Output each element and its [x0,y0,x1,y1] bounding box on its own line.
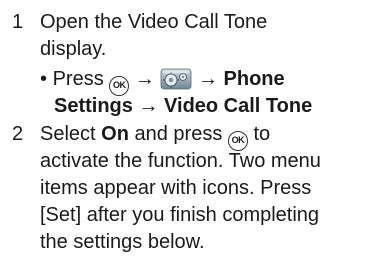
menu-item-video-call-tone: Video Call Tone [164,95,313,117]
sub-step-line: Settings → Video Call Tone [54,93,312,120]
menu-item-phone: Phone [223,68,285,90]
step-line: activate the function. Two menu [40,150,321,172]
press-text: Press [52,68,104,90]
step-text: Open the Video Call Tone display. [40,9,375,63]
step-number: 1 [12,11,24,33]
settings-icon [160,68,192,90]
step-line: the settings below. [40,231,205,253]
sub-step-line: • Press OK → → Phone [40,66,285,96]
arrow: → [138,95,159,117]
option-on: On [101,123,129,145]
select-text: Select [40,123,96,145]
document-page: 1 Open the Video Call Tone display. • Pr… [0,0,379,279]
step-line: display. [40,38,107,60]
step-line: Open the Video Call Tone [40,11,268,33]
step-line: Select On and press OK to [40,121,375,151]
and-press-text: and press [134,123,223,145]
arrow: → [197,68,218,90]
menu-item-settings: Settings [54,95,133,117]
bullet: • [40,68,48,90]
step-number: 2 [12,123,24,145]
step-line: items appear with icons. Press [40,177,312,199]
to-text: to [253,123,271,145]
arrow: → [134,68,155,90]
step-line: [Set] after you finish completing [40,204,320,226]
step-text: Select On and press OK to activate the f… [40,121,375,256]
